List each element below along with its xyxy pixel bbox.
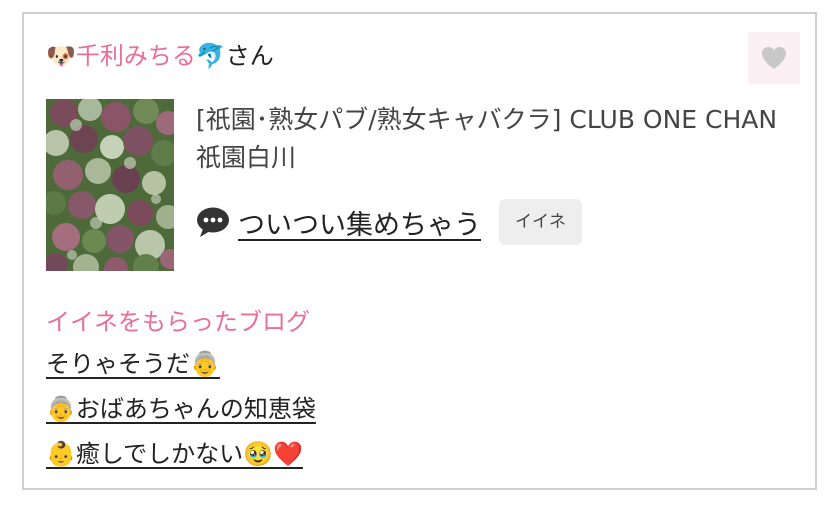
dolphin-emoji: 🐬 (195, 42, 226, 70)
liked-blogs-heading: イイネをもらったブログ (46, 308, 310, 336)
post-title-link[interactable]: ついつい集めちゃう (238, 203, 481, 242)
dog-emoji: 🐶 (46, 42, 76, 70)
honorific: さん (225, 42, 274, 70)
iine-button[interactable]: イイネ (499, 199, 582, 245)
shop-category-name[interactable]: [祇園･熟女パブ/熟女キャバクラ] CLUB ONE CHAN (196, 102, 777, 138)
liked-blog-link[interactable]: そりゃそうだ👵 (46, 346, 220, 382)
speech-bubble-icon (197, 207, 229, 237)
blog-card: 🐶千利みちる🐬さん [祇園･熟女パブ/熟女キャバクラ] CLUB ONE CHA… (22, 12, 817, 490)
post-row: ついつい集めちゃう イイネ (196, 199, 582, 245)
heart-icon (762, 47, 786, 69)
user-name-link[interactable]: 千利みちる (76, 42, 196, 70)
card-header: 🐶千利みちる🐬さん (46, 40, 274, 72)
like-heart-button[interactable] (748, 32, 800, 84)
liked-blog-link[interactable]: 👵おばあちゃんの知恵袋 (46, 391, 316, 427)
shop-area: 祇園白川 (196, 143, 297, 172)
post-thumbnail[interactable] (46, 99, 174, 271)
clover-photo (46, 99, 174, 271)
liked-blog-link[interactable]: 👶癒しでしかない🥹❤️ (46, 436, 303, 472)
